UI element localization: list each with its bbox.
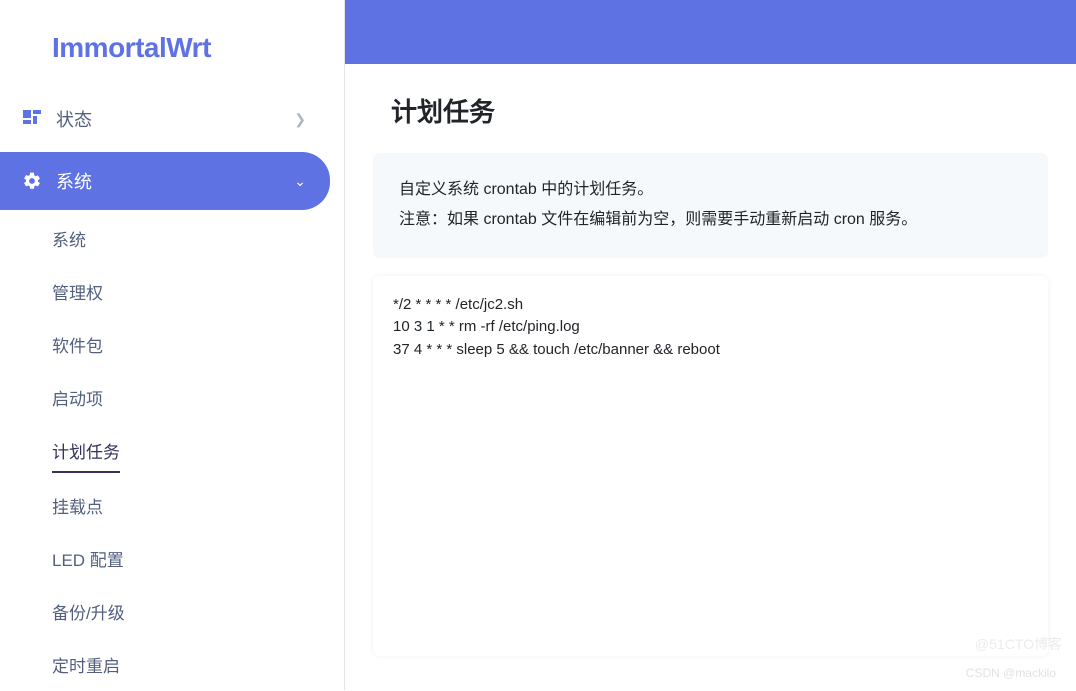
watermark-csdn: CSDN @mackilo	[966, 666, 1056, 680]
crontab-editor-card	[373, 276, 1048, 656]
desc-line-1: 自定义系统 crontab 中的计划任务。	[399, 175, 1022, 205]
page-title: 计划任务	[373, 64, 1048, 153]
nav-system[interactable]: 系统 ⌄	[0, 152, 330, 210]
top-bar	[345, 0, 1076, 64]
sub-software[interactable]: 软件包	[52, 318, 344, 371]
nav-status-label: 状态	[56, 106, 294, 132]
sub-reboot[interactable]: 定时重启	[52, 638, 344, 691]
sub-backup[interactable]: 备份/升级	[52, 585, 344, 638]
sub-startup[interactable]: 启动项	[52, 371, 344, 424]
sub-led[interactable]: LED 配置	[52, 532, 344, 585]
nav-system-submenu: 系统 管理权 软件包 启动项 计划任务 挂载点 LED 配置 备份/升级 定时重…	[0, 212, 344, 691]
sub-mounts[interactable]: 挂载点	[52, 479, 344, 532]
chevron-down-icon: ⌄	[294, 173, 306, 190]
content: 计划任务 自定义系统 crontab 中的计划任务。 注意：如果 crontab…	[345, 64, 1076, 656]
chevron-right-icon: ❯	[294, 111, 306, 128]
description-card: 自定义系统 crontab 中的计划任务。 注意：如果 crontab 文件在编…	[373, 153, 1048, 258]
main-area: 计划任务 自定义系统 crontab 中的计划任务。 注意：如果 crontab…	[345, 0, 1076, 690]
crontab-textarea[interactable]	[393, 294, 1028, 638]
nav-system-label: 系统	[56, 168, 294, 194]
sub-system[interactable]: 系统	[52, 212, 344, 265]
brand-logo: ImmortalWrt	[0, 12, 344, 88]
sub-admin[interactable]: 管理权	[52, 265, 344, 318]
gear-icon	[18, 171, 46, 191]
sub-cron[interactable]: 计划任务	[52, 424, 120, 473]
desc-line-2: 注意：如果 crontab 文件在编辑前为空，则需要手动重新启动 cron 服务…	[399, 205, 1022, 235]
nav-status[interactable]: 状态 ❯	[0, 90, 330, 148]
sidebar: ImmortalWrt 状态 ❯ 系统 ⌄ 系统 管理权 软件包 启动项 计划任…	[0, 0, 345, 690]
dashboard-icon	[18, 110, 46, 128]
watermark-51cto: @51CTO博客	[975, 634, 1062, 654]
